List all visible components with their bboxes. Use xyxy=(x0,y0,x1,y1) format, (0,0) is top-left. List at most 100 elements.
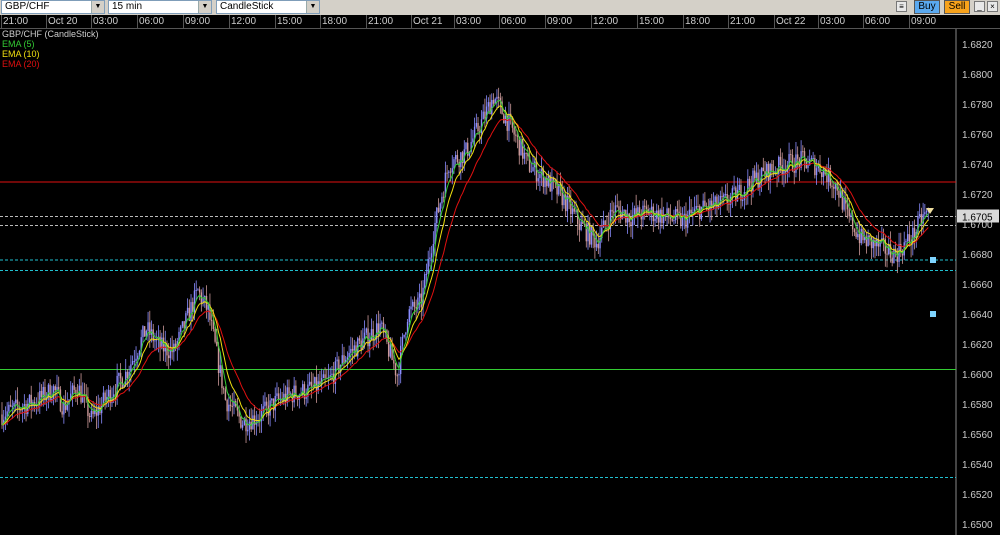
candle-body xyxy=(544,178,546,187)
candle-body xyxy=(762,167,765,172)
candle-body xyxy=(590,227,593,245)
chevron-down-icon[interactable]: ▼ xyxy=(91,1,104,13)
candle-body xyxy=(532,167,534,172)
legend-ema5: EMA (5) xyxy=(2,39,35,49)
candle-body xyxy=(515,134,517,136)
candle-body xyxy=(133,360,136,362)
time-tick-label: 21:00 xyxy=(730,16,756,27)
order-marker[interactable] xyxy=(930,311,936,317)
time-tick-label: 21:00 xyxy=(3,16,29,27)
time-tick-label: 03:00 xyxy=(820,16,846,27)
candle-body xyxy=(222,388,225,390)
candle-body xyxy=(9,404,12,407)
candle-body xyxy=(595,243,598,248)
candle-body xyxy=(226,399,228,412)
candle-body xyxy=(587,222,589,242)
time-tick-label: 03:00 xyxy=(456,16,482,27)
candle-body xyxy=(276,393,278,396)
price-tick-label: 1.6600 xyxy=(962,370,993,381)
candle-body xyxy=(850,214,852,217)
candle-body xyxy=(265,401,268,406)
settings-icon[interactable]: ≡ xyxy=(896,1,907,12)
candle-body xyxy=(107,389,110,397)
price-chart[interactable]: 1.6820 1.6800 1.6780 1.6760 1.6740 1.6720 1.67… xyxy=(0,28,1000,535)
candle-body xyxy=(49,384,51,401)
candle-body xyxy=(425,273,428,275)
candle-body xyxy=(743,192,746,200)
candle-body xyxy=(704,200,706,207)
time-tick-label: 09:00 xyxy=(547,16,573,27)
candle-body xyxy=(135,358,137,361)
candle-body xyxy=(516,135,519,137)
candle-body xyxy=(387,341,390,357)
candle-body xyxy=(410,306,412,310)
candle-body xyxy=(143,326,146,337)
candle-body xyxy=(8,404,10,412)
candle-body xyxy=(288,387,290,394)
candle-body xyxy=(412,301,414,307)
chart-legend: GBP/CHF (CandleStick) EMA (5) EMA (10) E… xyxy=(2,29,99,69)
candle-body xyxy=(1,414,3,425)
chevron-down-icon[interactable]: ▼ xyxy=(306,1,319,13)
candle-body xyxy=(542,169,545,187)
candle-body xyxy=(695,206,697,209)
time-separator xyxy=(591,15,592,28)
candle-body xyxy=(767,163,770,182)
candle-body xyxy=(219,365,221,373)
price-tick-label: 1.6640 xyxy=(962,310,993,321)
time-separator xyxy=(454,15,455,28)
candle-body xyxy=(497,96,500,98)
time-separator xyxy=(818,15,819,28)
candle-body xyxy=(154,340,156,342)
time-tick-label: 09:00 xyxy=(911,16,937,27)
candle-body xyxy=(857,233,859,238)
candle-body xyxy=(905,241,907,243)
candle-body xyxy=(104,392,106,401)
close-icon[interactable]: × xyxy=(987,1,998,12)
candle-body xyxy=(702,200,704,207)
candle-body xyxy=(802,151,804,153)
candle-body xyxy=(403,334,405,337)
candle-body xyxy=(668,208,670,218)
sell-button[interactable]: Sell xyxy=(944,0,970,14)
candle-body xyxy=(363,332,366,339)
candle-body xyxy=(277,393,280,399)
timeframe-select[interactable]: 15 min ▼ xyxy=(108,0,212,14)
candle-body xyxy=(697,206,699,208)
candle-body xyxy=(350,348,352,353)
time-separator xyxy=(183,15,184,28)
symbol-select[interactable]: GBP/CHF ▼ xyxy=(1,0,105,14)
candle-body xyxy=(671,219,673,221)
time-tick-label: 18:00 xyxy=(322,16,348,27)
minimize-icon[interactable]: _ xyxy=(974,1,985,12)
candle-body xyxy=(322,374,325,378)
time-separator xyxy=(728,15,729,28)
order-marker[interactable] xyxy=(930,257,936,263)
candle-body xyxy=(317,381,319,391)
time-tick-label: 15:00 xyxy=(639,16,665,27)
candle-body xyxy=(482,111,484,120)
candle-body xyxy=(613,211,615,213)
time-separator xyxy=(46,15,47,28)
candle-body xyxy=(442,196,445,198)
time-tick-label: 06:00 xyxy=(865,16,891,27)
time-separator xyxy=(366,15,367,28)
candle-body xyxy=(597,243,600,249)
buy-button[interactable]: Buy xyxy=(914,0,940,14)
candle-body xyxy=(537,178,539,182)
candle-body xyxy=(126,371,129,378)
candle-body xyxy=(925,210,928,213)
chart-type-select[interactable]: CandleStick ▼ xyxy=(216,0,320,14)
candle-body xyxy=(821,172,823,178)
candle-body xyxy=(228,404,230,412)
chevron-down-icon[interactable]: ▼ xyxy=(198,1,211,13)
time-tick-label: 12:00 xyxy=(593,16,619,27)
candle-body xyxy=(401,336,404,346)
candle-body xyxy=(181,321,184,327)
candle-body xyxy=(913,227,916,239)
candle-body xyxy=(88,416,91,418)
candle-body xyxy=(492,99,495,104)
candle-body xyxy=(331,373,333,376)
candle-body xyxy=(503,114,505,124)
candle-body xyxy=(465,142,467,150)
